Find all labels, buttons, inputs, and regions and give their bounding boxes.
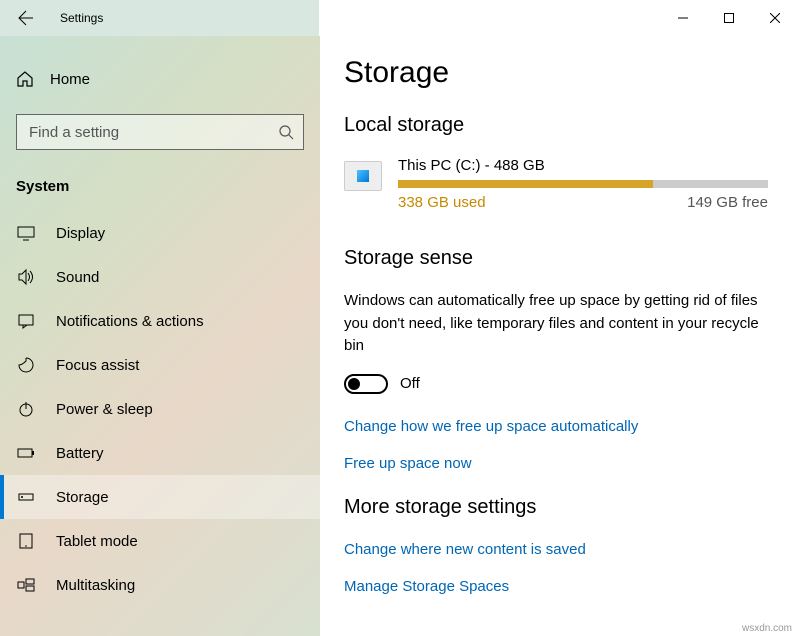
page-title: Storage <box>344 56 798 90</box>
local-storage-heading: Local storage <box>344 114 798 137</box>
home-nav[interactable]: Home <box>0 60 320 98</box>
nav-label: Focus assist <box>56 357 139 374</box>
nav-label: Notifications & actions <box>56 313 204 330</box>
free-text: 149 GB free <box>687 194 768 211</box>
search-icon <box>278 124 294 140</box>
sidebar: Home System Display Sound Notifications … <box>0 36 320 636</box>
sidebar-item-notifications[interactable]: Notifications & actions <box>0 299 320 343</box>
power-icon <box>16 399 36 419</box>
change-save-location-link[interactable]: Change where new content is saved <box>344 541 798 558</box>
home-icon <box>16 70 34 88</box>
minimize-icon <box>678 13 688 23</box>
home-label: Home <box>50 71 90 88</box>
storage-icon <box>16 487 36 507</box>
maximize-button[interactable] <box>706 2 752 34</box>
search-input[interactable] <box>16 114 304 150</box>
nav-label: Display <box>56 225 105 242</box>
focus-assist-icon <box>16 355 36 375</box>
nav-label: Storage <box>56 489 109 506</box>
storage-sense-description: Windows can automatically free up space … <box>344 290 764 358</box>
sidebar-item-multitasking[interactable]: Multitasking <box>0 563 320 607</box>
watermark: wsxdn.com <box>740 623 794 634</box>
sidebar-item-tablet-mode[interactable]: Tablet mode <box>0 519 320 563</box>
sidebar-item-focus-assist[interactable]: Focus assist <box>0 343 320 387</box>
main-content: Storage Local storage This PC (C:) - 488… <box>320 36 798 636</box>
nav-label: Multitasking <box>56 577 135 594</box>
change-free-up-link[interactable]: Change how we free up space automaticall… <box>344 418 798 435</box>
sidebar-item-display[interactable]: Display <box>0 211 320 255</box>
window-title: Settings <box>60 11 103 25</box>
free-up-now-link[interactable]: Free up space now <box>344 455 798 472</box>
tablet-icon <box>16 531 36 551</box>
titlebar: Settings <box>0 0 798 36</box>
maximize-icon <box>724 13 734 23</box>
drive-icon <box>344 161 382 191</box>
storage-sense-toggle[interactable] <box>344 374 388 394</box>
notifications-icon <box>16 311 36 331</box>
nav-label: Sound <box>56 269 99 286</box>
drive-row[interactable]: This PC (C:) - 488 GB 338 GB used 149 GB… <box>344 157 798 211</box>
sidebar-item-sound[interactable]: Sound <box>0 255 320 299</box>
drive-label: This PC (C:) - 488 GB <box>398 157 768 174</box>
close-icon <box>770 13 780 23</box>
more-storage-heading: More storage settings <box>344 496 798 519</box>
used-text: 338 GB used <box>398 194 486 211</box>
multitasking-icon <box>16 575 36 595</box>
display-icon <box>16 223 36 243</box>
sound-icon <box>16 267 36 287</box>
storage-progress-bar <box>398 180 768 188</box>
back-button[interactable] <box>16 8 36 28</box>
nav-label: Battery <box>56 445 104 462</box>
toggle-knob <box>348 378 360 390</box>
nav-label: Power & sleep <box>56 401 153 418</box>
battery-icon <box>16 443 36 463</box>
section-label: System <box>0 170 320 211</box>
manage-storage-spaces-link[interactable]: Manage Storage Spaces <box>344 578 798 595</box>
arrow-left-icon <box>18 10 34 26</box>
sidebar-item-battery[interactable]: Battery <box>0 431 320 475</box>
toggle-state-label: Off <box>400 375 420 392</box>
storage-sense-heading: Storage sense <box>344 247 798 270</box>
sidebar-item-power-sleep[interactable]: Power & sleep <box>0 387 320 431</box>
sidebar-item-storage[interactable]: Storage <box>0 475 320 519</box>
storage-progress-fill <box>398 180 653 188</box>
close-button[interactable] <box>752 2 798 34</box>
nav-label: Tablet mode <box>56 533 138 550</box>
minimize-button[interactable] <box>660 2 706 34</box>
